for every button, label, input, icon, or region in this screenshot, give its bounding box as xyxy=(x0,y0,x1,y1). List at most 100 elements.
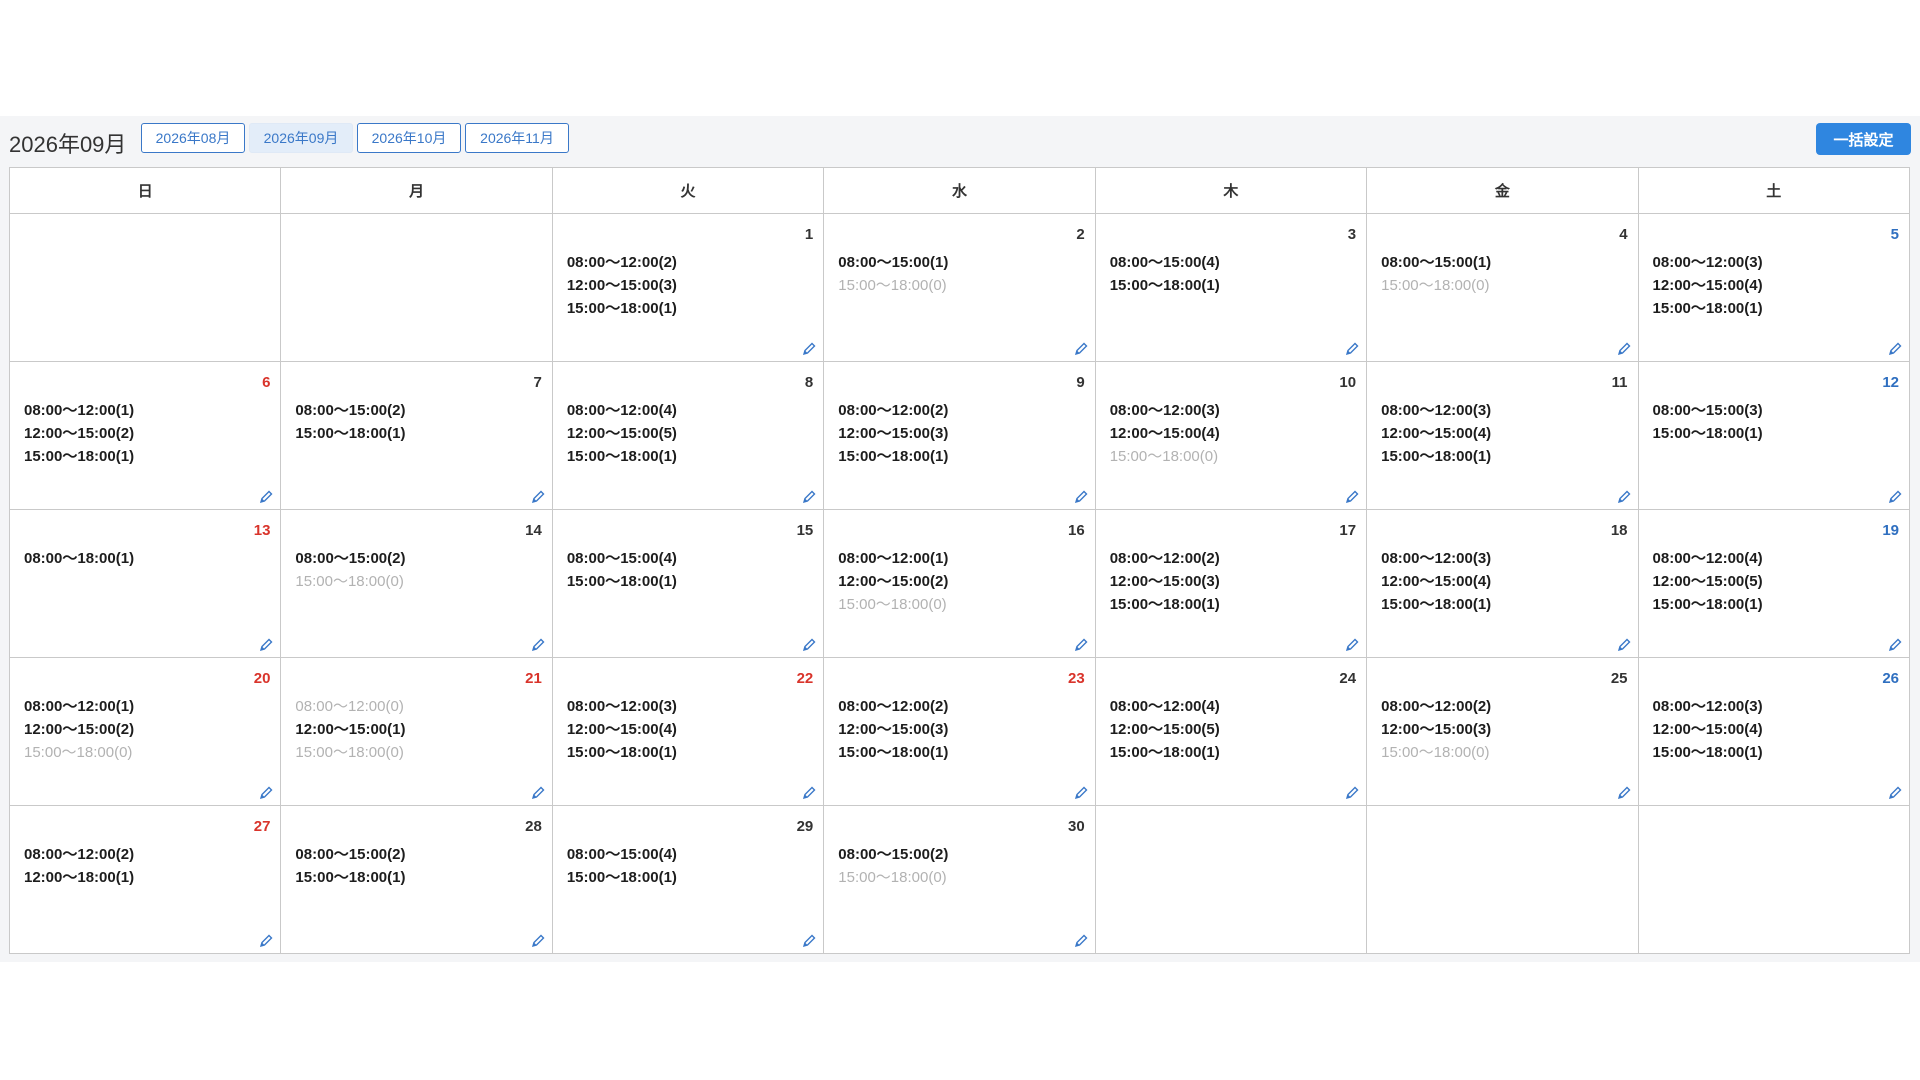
calendar-day-cell[interactable]: 1 08:00〜12:00(2) 12:00〜15:00(3) 15:00〜18:00… xyxy=(551,213,825,362)
calendar-day-cell[interactable]: 24 08:00〜12:00(4) 12:00〜15:00(5) 15:00〜18:0… xyxy=(1094,657,1368,806)
pencil-edit-icon[interactable] xyxy=(1616,637,1632,653)
calendar-day-cell[interactable]: 13 08:00〜18:00(1) xyxy=(8,509,282,658)
time-slot: 15:00〜18:00(0) xyxy=(838,277,947,294)
calendar-day-cell[interactable]: 12 08:00〜15:00(3) 15:00〜18:00(1) xyxy=(1637,361,1911,510)
calendar-day-cell[interactable]: 27 08:00〜12:00(2) 12:00〜18:00(1) xyxy=(8,805,282,954)
calendar-day-cell[interactable]: 6 08:00〜12:00(1) 12:00〜15:00(2) 15:00〜18:00… xyxy=(8,361,282,510)
pencil-edit-icon[interactable] xyxy=(1616,785,1632,801)
pencil-edit-icon[interactable] xyxy=(1073,933,1089,949)
month-button-next-2[interactable]: 2026年11月 xyxy=(465,123,569,153)
calendar-day-cell[interactable]: 14 08:00〜15:00(2) 15:00〜18:00(0) xyxy=(280,509,553,658)
calendar-day-cell[interactable]: 26 08:00〜12:00(3) 12:00〜15:00(4) 15:00〜18:0… xyxy=(1637,657,1911,806)
calendar-day-cell[interactable]: 3 08:00〜15:00(4) 15:00〜18:00(1) xyxy=(1094,213,1368,362)
day-number: 26 xyxy=(1882,670,1899,687)
pencil-edit-icon[interactable] xyxy=(1073,785,1089,801)
calendar-day-cell[interactable]: 15 08:00〜15:00(4) 15:00〜18:00(1) xyxy=(551,509,825,658)
pencil-edit-icon[interactable] xyxy=(801,933,817,949)
day-number: 30 xyxy=(1068,818,1085,835)
day-number: 28 xyxy=(525,818,542,835)
time-slot: 15:00〜18:00(1) xyxy=(566,744,677,761)
calendar-day-cell[interactable]: 8 08:00〜12:00(4) 12:00〜15:00(5) 15:00〜18:00… xyxy=(551,361,825,510)
time-slot: 15:00〜18:00(1) xyxy=(566,869,677,886)
calendar-day-cell[interactable]: 22 08:00〜12:00(3) 12:00〜15:00(4) 15:00〜18:0… xyxy=(551,657,825,806)
calendar-day-cell[interactable]: 20 08:00〜12:00(1) 12:00〜15:00(2) 15:00〜18:0… xyxy=(8,657,282,806)
time-slot: 08:00〜12:00(3) xyxy=(1381,550,1492,567)
time-slot-list: 08:00〜15:00(3) 15:00〜18:00(1) xyxy=(1653,399,1763,445)
time-slot: 08:00〜18:00(1) xyxy=(24,550,135,567)
month-button-next[interactable]: 2026年10月 xyxy=(357,123,461,153)
day-number: 9 xyxy=(1076,374,1085,391)
pencil-edit-icon[interactable] xyxy=(1887,489,1903,505)
pencil-edit-icon[interactable] xyxy=(1344,637,1360,653)
pencil-edit-icon[interactable] xyxy=(1344,785,1360,801)
time-slot: 12:00〜15:00(4) xyxy=(1109,425,1220,442)
day-number: 5 xyxy=(1890,226,1899,243)
calendar-day-cell[interactable]: 23 08:00〜12:00(2) 12:00〜15:00(3) 15:00〜18:0… xyxy=(823,657,1096,806)
time-slot: 15:00〜18:00(1) xyxy=(1109,277,1220,294)
time-slot-list: 08:00〜15:00(4) 15:00〜18:00(1) xyxy=(567,547,677,593)
calendar-day-cell[interactable]: 28 08:00〜15:00(2) 15:00〜18:00(1) xyxy=(280,805,553,954)
pencil-edit-icon[interactable] xyxy=(1073,489,1089,505)
pencil-edit-icon[interactable] xyxy=(1344,341,1360,357)
calendar-day-cell[interactable]: 5 08:00〜12:00(3) 12:00〜15:00(4) 15:00〜18:00… xyxy=(1637,213,1911,362)
time-slot: 15:00〜18:00(1) xyxy=(1652,300,1763,317)
weekday-sat: 土 xyxy=(1637,167,1911,214)
pencil-edit-icon[interactable] xyxy=(1073,341,1089,357)
time-slot: 08:00〜15:00(4) xyxy=(566,550,677,567)
month-button-current[interactable]: 2026年09月 xyxy=(249,123,353,153)
calendar-day-cell[interactable]: 2 08:00〜15:00(1) 15:00〜18:00(0) xyxy=(823,213,1096,362)
time-slot: 08:00〜15:00(4) xyxy=(1109,254,1220,271)
pencil-edit-icon[interactable] xyxy=(1073,637,1089,653)
day-number: 27 xyxy=(253,818,271,835)
pencil-edit-icon[interactable] xyxy=(530,489,546,505)
pencil-edit-icon[interactable] xyxy=(801,785,817,801)
calendar-day-cell[interactable]: 21 08:00〜12:00(0) 12:00〜15:00(1) 15:00〜18:0… xyxy=(280,657,553,806)
calendar-day-cell[interactable]: 10 08:00〜12:00(3) 12:00〜15:00(4) 15:00〜18:0… xyxy=(1094,361,1368,510)
pencil-edit-icon[interactable] xyxy=(530,933,546,949)
time-slot: 15:00〜18:00(0) xyxy=(838,869,947,886)
calendar-day-cell[interactable]: 19 08:00〜12:00(4) 12:00〜15:00(5) 15:00〜18:0… xyxy=(1637,509,1911,658)
calendar-day-cell[interactable]: 18 08:00〜12:00(3) 12:00〜15:00(4) 15:00〜18:0… xyxy=(1366,509,1639,658)
pencil-edit-icon[interactable] xyxy=(258,489,274,505)
time-slot: 12:00〜15:00(2) xyxy=(24,425,135,442)
calendar-day-cell[interactable]: 30 08:00〜15:00(2) 15:00〜18:00(0) xyxy=(823,805,1096,954)
time-slot: 08:00〜12:00(0) xyxy=(295,698,404,715)
calendar-day-cell[interactable]: 9 08:00〜12:00(2) 12:00〜15:00(3) 15:00〜18:00… xyxy=(823,361,1096,510)
calendar-day-cell[interactable]: 17 08:00〜12:00(2) 12:00〜15:00(3) 15:00〜18:0… xyxy=(1094,509,1368,658)
pencil-edit-icon[interactable] xyxy=(530,637,546,653)
pencil-edit-icon[interactable] xyxy=(1887,637,1903,653)
pencil-edit-icon[interactable] xyxy=(258,637,274,653)
calendar-day-cell[interactable]: 11 08:00〜12:00(3) 12:00〜15:00(4) 15:00〜18:0… xyxy=(1366,361,1639,510)
pencil-edit-icon[interactable] xyxy=(258,933,274,949)
day-number: 12 xyxy=(1882,374,1899,391)
pencil-edit-icon[interactable] xyxy=(1616,489,1632,505)
weekday-sun: 日 xyxy=(8,167,282,214)
time-slot-list: 08:00〜15:00(1) 15:00〜18:00(0) xyxy=(838,251,948,297)
day-number: 1 xyxy=(804,226,814,243)
time-slot: 12:00〜15:00(2) xyxy=(838,573,949,590)
pencil-edit-icon[interactable] xyxy=(530,785,546,801)
pencil-edit-icon[interactable] xyxy=(1616,341,1632,357)
time-slot-list: 08:00〜12:00(2) 12:00〜15:00(3) 15:00〜18:00(… xyxy=(1110,547,1220,616)
time-slot: 08:00〜12:00(2) xyxy=(838,698,949,715)
day-number: 22 xyxy=(796,670,814,687)
day-number: 2 xyxy=(1076,226,1085,243)
calendar-day-cell[interactable]: 4 08:00〜15:00(1) 15:00〜18:00(0) xyxy=(1366,213,1639,362)
calendar-day-cell[interactable]: 29 08:00〜15:00(4) 15:00〜18:00(1) xyxy=(551,805,825,954)
pencil-edit-icon[interactable] xyxy=(801,341,817,357)
day-number: 11 xyxy=(1611,374,1628,391)
calendar-day-cell[interactable]: 7 08:00〜15:00(2) 15:00〜18:00(1) xyxy=(280,361,553,510)
pencil-edit-icon[interactable] xyxy=(1887,341,1903,357)
bulk-setting-button[interactable]: 一括設定 xyxy=(1816,123,1911,155)
calendar-day-cell[interactable]: 25 08:00〜12:00(2) 12:00〜15:00(3) 15:00〜18:0… xyxy=(1366,657,1639,806)
pencil-edit-icon[interactable] xyxy=(1344,489,1360,505)
time-slot: 08:00〜15:00(2) xyxy=(295,846,406,863)
day-number: 19 xyxy=(1882,522,1899,539)
pencil-edit-icon[interactable] xyxy=(1887,785,1903,801)
pencil-edit-icon[interactable] xyxy=(258,785,274,801)
pencil-edit-icon[interactable] xyxy=(801,637,817,653)
pencil-edit-icon[interactable] xyxy=(801,489,817,505)
calendar-day-cell[interactable]: 16 08:00〜12:00(1) 12:00〜15:00(2) 15:00〜18:0… xyxy=(823,509,1096,658)
time-slot: 15:00〜18:00(1) xyxy=(1381,596,1492,613)
month-button-prev[interactable]: 2026年08月 xyxy=(141,123,245,153)
